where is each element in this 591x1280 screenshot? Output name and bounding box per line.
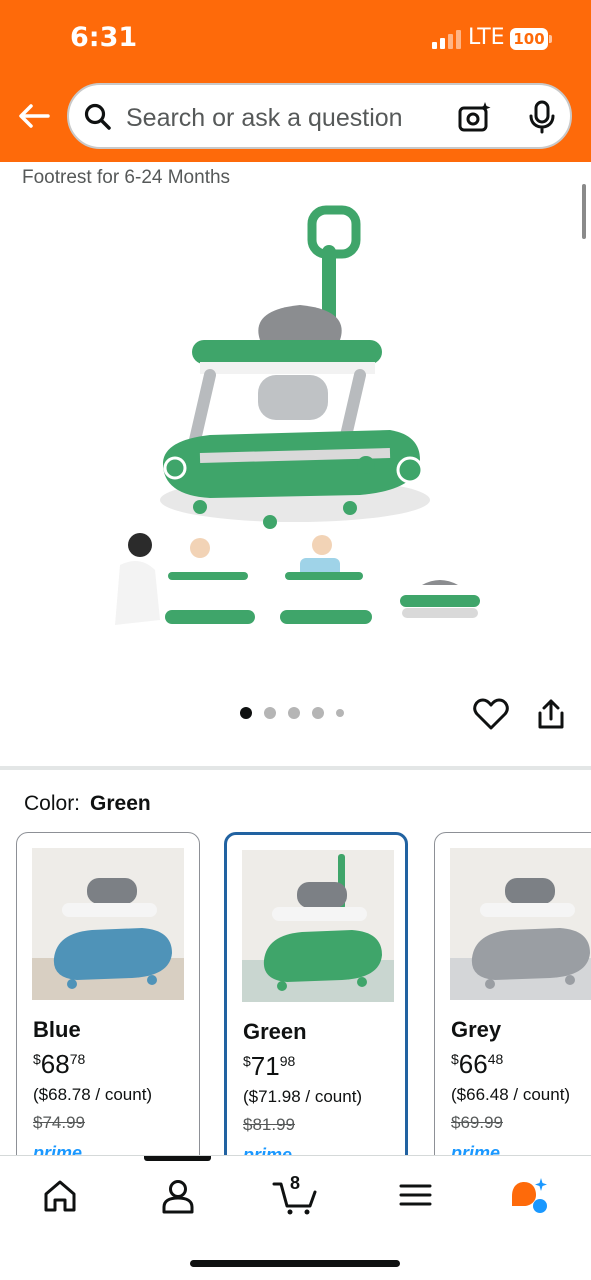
variant-list-price: $69.99 [451, 1113, 503, 1132]
carousel-dot[interactable] [336, 709, 344, 717]
variant-image [242, 850, 394, 1002]
variant-name: Grey [451, 1017, 502, 1042]
battery-tip [549, 35, 552, 43]
search-icon [84, 103, 111, 130]
variant-name: Blue [33, 1017, 81, 1042]
share-icon[interactable] [535, 697, 567, 731]
variant-price: $6878 [33, 1049, 86, 1079]
variant-card-blue[interactable]: Blue $6878 ($68.78 / count) $74.99 prime [16, 832, 200, 1172]
baby-walker-illustration [115, 205, 480, 625]
scrollbar [582, 184, 586, 239]
nav-account[interactable] [158, 1176, 208, 1216]
signal-icon [432, 30, 461, 49]
selected-color: Green [90, 792, 151, 815]
battery-icon: 100 [510, 28, 548, 50]
variant-card-grey[interactable]: Grey $6648 ($66.48 / count) $69.99 prime [434, 832, 591, 1172]
variant-list-price: $74.99 [33, 1113, 85, 1132]
image-carousel-dots[interactable] [240, 707, 344, 719]
section-divider [0, 766, 591, 770]
home-indicator [190, 1260, 400, 1267]
status-time: 6:31 [70, 22, 138, 53]
variant-unit-price: ($68.78 / count) [33, 1085, 153, 1104]
variant-price: $7198 [243, 1051, 296, 1081]
account-icon [162, 1180, 194, 1214]
variant-name: Green [243, 1019, 307, 1044]
carousel-dot[interactable] [240, 707, 252, 719]
heart-icon[interactable] [473, 697, 509, 731]
nav-cart[interactable]: 8 [272, 1173, 332, 1216]
variant-unit-price: ($66.48 / count) [451, 1085, 571, 1104]
product-title: Footrest for 6-24 Months [22, 167, 231, 188]
color-label: Color: [24, 792, 81, 815]
search-input[interactable]: Search or ask a question [126, 104, 403, 133]
product-image[interactable] [100, 200, 500, 650]
app-header: 6:31 LTE 100 Search or ask a question [0, 0, 591, 162]
nav-rufus[interactable] [508, 1176, 558, 1216]
back-button[interactable] [14, 98, 54, 138]
rufus-assistant-icon [512, 1178, 547, 1213]
variant-list-price: $81.99 [243, 1115, 295, 1134]
search-bar[interactable]: Search or ask a question [67, 83, 572, 149]
back-arrow-icon [19, 104, 50, 128]
home-icon [44, 1180, 76, 1212]
microphone-icon[interactable] [527, 99, 557, 135]
carousel-dot[interactable] [312, 707, 324, 719]
cart-count-badge: 8 [290, 1173, 301, 1193]
variant-image [32, 848, 184, 1000]
variant-image [450, 848, 591, 1000]
active-tab-indicator [144, 1156, 211, 1161]
nav-home[interactable] [40, 1176, 90, 1216]
camera-search-icon[interactable] [456, 100, 492, 136]
menu-icon [399, 1184, 432, 1206]
variant-card-green[interactable]: Green $7198 ($71.98 / count) $81.99 prim… [224, 832, 408, 1172]
network-label: LTE [468, 25, 505, 50]
carousel-dot[interactable] [264, 707, 276, 719]
color-selector: Color: Green [24, 792, 151, 816]
variant-unit-price: ($71.98 / count) [243, 1087, 363, 1106]
nav-menu[interactable] [396, 1176, 446, 1216]
variant-price: $6648 [451, 1049, 504, 1079]
carousel-dot[interactable] [288, 707, 300, 719]
